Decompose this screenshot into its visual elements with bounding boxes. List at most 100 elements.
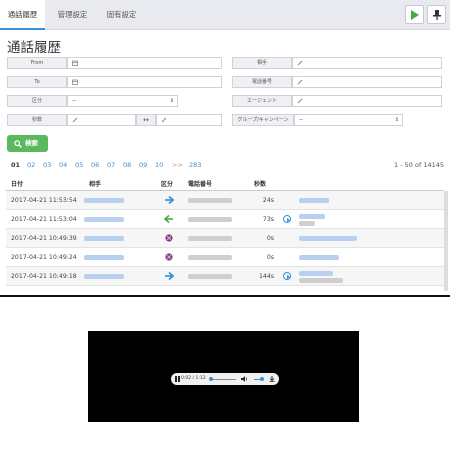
phone-number-blurred (188, 274, 232, 279)
phone-number-blurred (188, 217, 232, 222)
table-row[interactable]: 2017-04-21 10:49:39 0s (6, 229, 444, 248)
table-row[interactable]: 2017-04-21 10:49:24 0s (6, 248, 444, 267)
agent-link[interactable] (299, 214, 325, 219)
outgoing-call-icon (165, 195, 174, 205)
agent-input[interactable] (292, 95, 442, 107)
tab-admin-settings[interactable]: 管理設定 (50, 0, 95, 30)
calendar-icon (72, 60, 78, 66)
playback-time: 0:02 / 1:13 (181, 376, 206, 381)
column-header-type: 区分 (161, 181, 174, 188)
missed-call-icon (165, 253, 173, 261)
page-link-10[interactable]: 10 (155, 161, 163, 169)
pin-button[interactable] (427, 5, 446, 24)
pin-icon (433, 10, 441, 20)
pause-icon[interactable] (175, 376, 177, 382)
download-icon[interactable] (269, 376, 275, 382)
agent-label: エージェント (232, 95, 292, 107)
group-label: グループ/キャンペーン (232, 114, 294, 126)
party-link[interactable] (84, 198, 124, 203)
volume-handle[interactable] (260, 377, 264, 381)
tab-bar: 通話履歴 管理設定 固有設定 (0, 0, 450, 30)
volume-icon[interactable] (241, 376, 248, 382)
column-header-phone: 電話番号 (188, 181, 213, 188)
from-label: From (7, 57, 67, 69)
page-link-08[interactable]: 08 (123, 161, 131, 169)
page-link-01[interactable]: 01 (11, 161, 20, 169)
calendar-icon (72, 79, 78, 85)
play-recording-icon[interactable] (283, 215, 291, 223)
agent-link[interactable] (299, 236, 357, 241)
table-row[interactable]: 2017-04-21 11:53:04 73s (6, 210, 444, 229)
pause-icon-bar (178, 376, 180, 382)
type-select[interactable]: -- ⇕ (67, 95, 178, 107)
outgoing-call-icon (165, 271, 174, 281)
seek-handle[interactable] (209, 377, 213, 381)
type-label: 区分 (7, 95, 67, 107)
seconds-min-input[interactable] (67, 114, 136, 126)
row-date: 2017-04-21 10:49:39 (11, 235, 77, 242)
phone-input[interactable] (292, 76, 442, 88)
phone-number-blurred (188, 255, 232, 260)
agent-link[interactable] (299, 255, 339, 260)
party-link[interactable] (84, 255, 124, 260)
table-row[interactable]: 2017-04-21 11:53:54 24s (6, 191, 444, 210)
agent-link[interactable] (299, 271, 333, 276)
play-recording-icon[interactable] (283, 272, 291, 280)
pencil-icon (161, 117, 167, 123)
search-button-label: 検索 (25, 139, 38, 147)
page-link-03[interactable]: 03 (43, 161, 51, 169)
play-button[interactable] (405, 5, 424, 24)
page-link-next[interactable]: >> (172, 161, 183, 169)
section-divider (0, 295, 450, 297)
agent-link[interactable] (299, 198, 329, 203)
page-link-06[interactable]: 06 (91, 161, 99, 169)
column-header-date: 日付 (11, 181, 24, 188)
media-controls[interactable]: 0:02 / 1:13 (171, 373, 279, 385)
row-date: 2017-04-21 11:53:54 (11, 197, 77, 204)
seek-track[interactable] (210, 378, 236, 380)
party-link[interactable] (84, 217, 124, 222)
page-link-07[interactable]: 07 (107, 161, 115, 169)
tab-custom-settings[interactable]: 固有設定 (99, 0, 144, 30)
phone-number-blurred (188, 236, 232, 241)
row-date: 2017-04-21 10:49:18 (11, 273, 77, 280)
phone-label: 電話番号 (232, 76, 292, 88)
row-date: 2017-04-21 11:53:04 (11, 216, 77, 223)
row-date: 2017-04-21 10:49:24 (11, 254, 77, 261)
column-header-seconds: 秒数 (254, 181, 267, 188)
table-row[interactable]: 2017-04-21 10:49:18 144s (6, 267, 444, 286)
page-link-09[interactable]: 09 (139, 161, 147, 169)
pencil-icon (297, 79, 303, 85)
page-link-04[interactable]: 04 (59, 161, 67, 169)
tab-call-history[interactable]: 通話履歴 (0, 0, 45, 30)
from-date-input[interactable] (67, 57, 222, 69)
party-link[interactable] (84, 236, 124, 241)
row-seconds: 0s (266, 235, 274, 242)
page-title: 通話履歴 (7, 40, 61, 56)
pencil-icon (297, 60, 303, 66)
seconds-max-input[interactable] (156, 114, 222, 126)
missed-call-icon (165, 234, 173, 242)
search-button[interactable]: 検索 (7, 135, 48, 152)
party-label: 相手 (232, 57, 292, 69)
table-scrollbar[interactable] (444, 191, 448, 291)
pencil-icon (72, 117, 78, 123)
range-separator-icon: ↔ (136, 114, 156, 126)
to-label: To (7, 76, 67, 88)
party-link[interactable] (84, 274, 124, 279)
row-seconds: 144s (258, 273, 274, 280)
page-link-05[interactable]: 05 (75, 161, 83, 169)
to-date-input[interactable] (67, 76, 222, 88)
page-link-last[interactable]: 283 (189, 161, 201, 169)
agent-detail-blurred (299, 221, 315, 226)
page-link-02[interactable]: 02 (27, 161, 35, 169)
type-select-value: -- (72, 98, 76, 104)
seconds-label: 秒数 (7, 114, 67, 126)
call-history-app: 通話履歴 管理設定 固有設定 通話履歴 From 相手 To 電話番号 区分 -… (0, 0, 450, 295)
group-select[interactable]: -- ⇕ (294, 114, 403, 126)
row-seconds: 0s (266, 254, 274, 261)
search-icon (14, 140, 22, 148)
pencil-icon (297, 98, 303, 104)
party-input[interactable] (292, 57, 442, 69)
row-seconds: 73s (262, 216, 274, 223)
